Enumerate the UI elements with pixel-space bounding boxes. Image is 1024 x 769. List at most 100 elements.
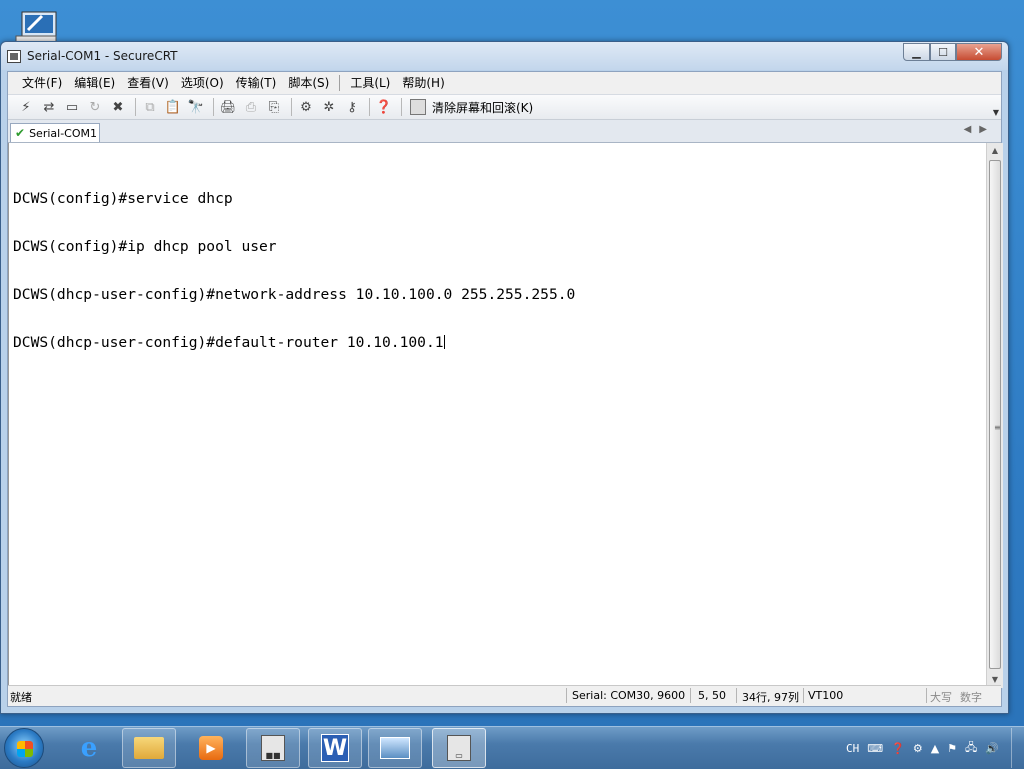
status-separator [736,688,737,703]
print-screen-icon[interactable]: 🖨 [218,98,238,116]
terminal-line: DCWS(dhcp-user-config)#network-address 1… [13,286,576,303]
toolbar-separator [369,98,370,116]
status-cursor-position: 5, 50 [698,689,726,702]
connected-check-icon: ✔ [15,126,26,140]
w-icon: W [321,734,349,762]
status-separator [803,688,804,703]
menu-file[interactable]: 文件(F) [16,72,68,94]
terminal-line: DCWS(dhcp-user-config)#default-router 10… [13,334,444,351]
taskbar-word[interactable]: W [308,728,362,768]
tab-label: Serial-COM1 [29,126,97,140]
securecrt-window: Serial-COM1 - SecureCRT ▁ ☐ ✕ 文件(F) 编辑(E… [0,41,1009,714]
clear-screen-button[interactable]: 清除屏幕和回滚(K) [410,99,533,116]
network-icon[interactable]: 🖧 [965,739,977,758]
toolbar: ⚡ ⇄ ▭ ↻ ✖ ⧉ 📋 🔭 🖨 ⎙ ⎘ ⚙ ✲ ⚷ ❓ 清除屏幕和回滚(K) [8,95,1001,120]
window-title: Serial-COM1 - SecureCRT [27,49,178,63]
maximize-button[interactable]: ☐ [930,43,956,61]
app-icon[interactable] [7,50,21,63]
menu-separator [339,75,341,91]
scroll-grip-icon: ≡ [994,423,1001,432]
taskbar-securecrt[interactable]: ■■ [246,728,300,768]
status-caps-lock: 大写 [930,691,952,704]
status-bar: 就绪 Serial: COM30, 9600 5, 50 34行, 97列 VT… [8,685,1001,706]
status-separator [926,688,927,703]
minimize-button[interactable]: ▁ [903,43,930,61]
action-center-icon[interactable]: ⚑ [947,742,957,755]
toolbar-separator [213,98,214,116]
desktop-computer-icon[interactable] [14,10,60,44]
scroll-up-icon[interactable]: ▲ [987,143,1003,159]
find-icon[interactable]: 🔭 [186,98,206,116]
help-tray-icon[interactable]: ❓ [891,742,905,755]
minimize-icon: ▁ [912,45,921,59]
taskbar-explorer[interactable] [122,728,176,768]
taskbar-securecrt-window[interactable]: ▭ [432,728,486,768]
global-options-icon[interactable]: ✲ [319,98,339,116]
terminal-screen[interactable]: DCWS(config)#service dhcp DCWS(config)#i… [8,143,986,688]
folder-icon [134,737,164,759]
windows-logo-icon [17,741,33,757]
picture-icon [380,737,410,759]
crt-icon: ■■ [261,735,285,761]
menu-view[interactable]: 查看(V) [121,72,175,94]
connect-tab-icon[interactable]: ▭ [62,98,82,116]
toolbar-overflow-icon[interactable]: ▼ [993,108,999,117]
system-tray: CH ⌨ ❓ ⚙ ▲ ⚑ 🖧 🔊 [846,727,1024,769]
key-map-icon[interactable]: ⚷ [342,98,362,116]
toolbar-separator [291,98,292,116]
print-icon[interactable]: ⎘ [264,98,284,116]
maximize-icon: ☐ [938,45,948,59]
title-bar[interactable]: Serial-COM1 - SecureCRT ▁ ☐ ✕ [1,42,1008,70]
start-button[interactable] [4,728,44,768]
keyboard-icon[interactable]: ⌨ [867,742,883,755]
volume-icon[interactable]: 🔊 [985,742,999,755]
status-num-lock: 数字 [960,691,982,704]
paste-icon[interactable]: 📋 [163,98,183,116]
taskbar-media-player[interactable]: ▶ [184,728,238,768]
terminal-line: DCWS(config)#ip dhcp pool user [13,238,277,255]
status-separator [566,688,567,703]
input-language[interactable]: CH [846,742,859,755]
copy-icon[interactable]: ⧉ [140,98,160,116]
status-screen-size: 34行, 97列 [742,691,799,704]
tab-scroll-arrows[interactable]: ◀▶ [964,124,995,135]
media-icon: ▶ [199,736,223,760]
menu-tools[interactable]: 工具(L) [344,72,396,94]
help-icon[interactable]: ❓ [374,98,394,116]
taskbar-ie[interactable]: e [62,728,116,768]
reconnect-icon[interactable]: ↻ [85,98,105,116]
menu-options[interactable]: 选项(O) [175,72,230,94]
toolbar-separator [135,98,136,116]
print-selection-icon[interactable]: ⎙ [241,98,261,116]
ie-icon: e [80,733,98,763]
status-connection: Serial: COM30, 9600 [572,689,686,702]
status-separator [690,688,691,703]
terminal-icon: ▭ [447,735,471,761]
taskbar-picture-viewer[interactable] [368,728,422,768]
status-ready: 就绪 [10,691,32,704]
quick-connect-icon[interactable]: ⇄ [39,98,59,116]
session-options-icon[interactable]: ⚙ [296,98,316,116]
ime-settings-icon[interactable]: ⚙ [913,742,923,755]
menu-bar: 文件(F) 编辑(E) 查看(V) 选项(O) 传输(T) 脚本(S) 工具(L… [8,72,1001,95]
tab-bar: ✔ Serial-COM1 ◀▶ [8,120,1001,143]
status-emulation: VT100 [808,689,844,702]
show-desktop-button[interactable] [1011,728,1024,768]
scroll-thumb[interactable]: ≡ [989,160,1001,669]
close-icon: ✕ [973,44,985,60]
terminal-line: DCWS(config)#service dhcp [13,190,233,207]
menu-help[interactable]: 帮助(H) [396,72,450,94]
show-hidden-icons-icon[interactable]: ▲ [931,742,939,755]
taskbar: e ▶ ■■ W ▭ CH ⌨ ❓ ⚙ ▲ ⚑ 🖧 🔊 [0,726,1024,769]
menu-transfer[interactable]: 传输(T) [230,72,283,94]
connect-icon[interactable]: ⚡ [16,98,36,116]
tab-serial-com1[interactable]: ✔ Serial-COM1 [10,123,100,142]
menu-script[interactable]: 脚本(S) [282,72,335,94]
vertical-scrollbar[interactable]: ▲ ≡ ▼ [986,143,1003,688]
close-button[interactable]: ✕ [956,43,1002,61]
clear-screen-label: 清除屏幕和回滚(K) [432,100,534,115]
disconnect-icon[interactable]: ✖ [108,98,128,116]
client-area: 文件(F) 编辑(E) 查看(V) 选项(O) 传输(T) 脚本(S) 工具(L… [7,71,1003,707]
toolbar-separator [401,98,402,116]
menu-edit[interactable]: 编辑(E) [68,72,121,94]
